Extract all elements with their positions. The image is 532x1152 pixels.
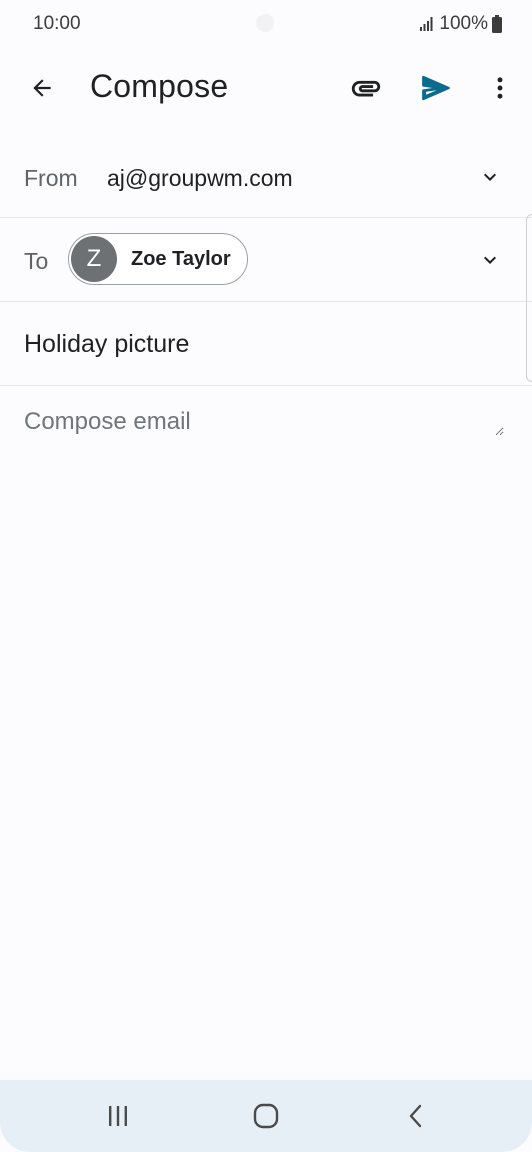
- nav-back-icon: [409, 1104, 422, 1128]
- more-options-button[interactable]: [480, 68, 520, 108]
- from-address[interactable]: aj@groupwm.com: [107, 165, 293, 192]
- recents-icon: [109, 1106, 127, 1126]
- from-expand-button[interactable]: [478, 165, 502, 189]
- signal-icon: [419, 16, 435, 32]
- more-vert-icon: [497, 77, 503, 99]
- back-arrow-icon: [33, 79, 51, 97]
- chevron-down-icon: [484, 173, 496, 181]
- from-label: From: [24, 165, 78, 191]
- chevron-down-icon: [484, 256, 496, 264]
- home-button[interactable]: [246, 1096, 286, 1136]
- recipient-chip[interactable]: Z Zoe Taylor: [68, 233, 248, 285]
- to-label: To: [24, 248, 49, 274]
- compose-body-input[interactable]: [24, 408, 504, 436]
- recipient-name: Zoe Taylor: [131, 247, 231, 270]
- scroll-indicator: [526, 214, 532, 382]
- page-title: Compose: [90, 68, 229, 104]
- send-icon: [422, 75, 450, 101]
- to-expand-button[interactable]: [478, 248, 502, 272]
- system-navigation-bar: [0, 1080, 532, 1152]
- paperclip-icon: [351, 80, 381, 97]
- battery-percentage: 100%: [439, 13, 488, 34]
- send-button[interactable]: [416, 68, 456, 108]
- to-row: To Z Zoe Taylor: [0, 218, 532, 302]
- from-row: From aj@groupwm.com: [0, 136, 532, 218]
- recents-button[interactable]: [98, 1096, 138, 1136]
- battery-icon: [492, 15, 502, 33]
- compose-screen: 10:00 100% Compose From aj@groupwm.com T…: [0, 0, 532, 1152]
- nav-back-button[interactable]: [396, 1096, 436, 1136]
- attach-button[interactable]: [346, 68, 386, 108]
- subject-row[interactable]: Holiday picture: [0, 302, 532, 386]
- status-time: 10:00: [33, 13, 81, 34]
- back-button[interactable]: [22, 68, 62, 108]
- front-camera: [256, 14, 274, 32]
- status-bar: 10:00 100%: [0, 0, 532, 48]
- app-bar: Compose: [0, 48, 532, 132]
- status-indicators: 100%: [419, 13, 502, 35]
- subject-field[interactable]: Holiday picture: [24, 330, 189, 359]
- avatar: Z: [71, 236, 117, 282]
- home-icon: [253, 1103, 279, 1129]
